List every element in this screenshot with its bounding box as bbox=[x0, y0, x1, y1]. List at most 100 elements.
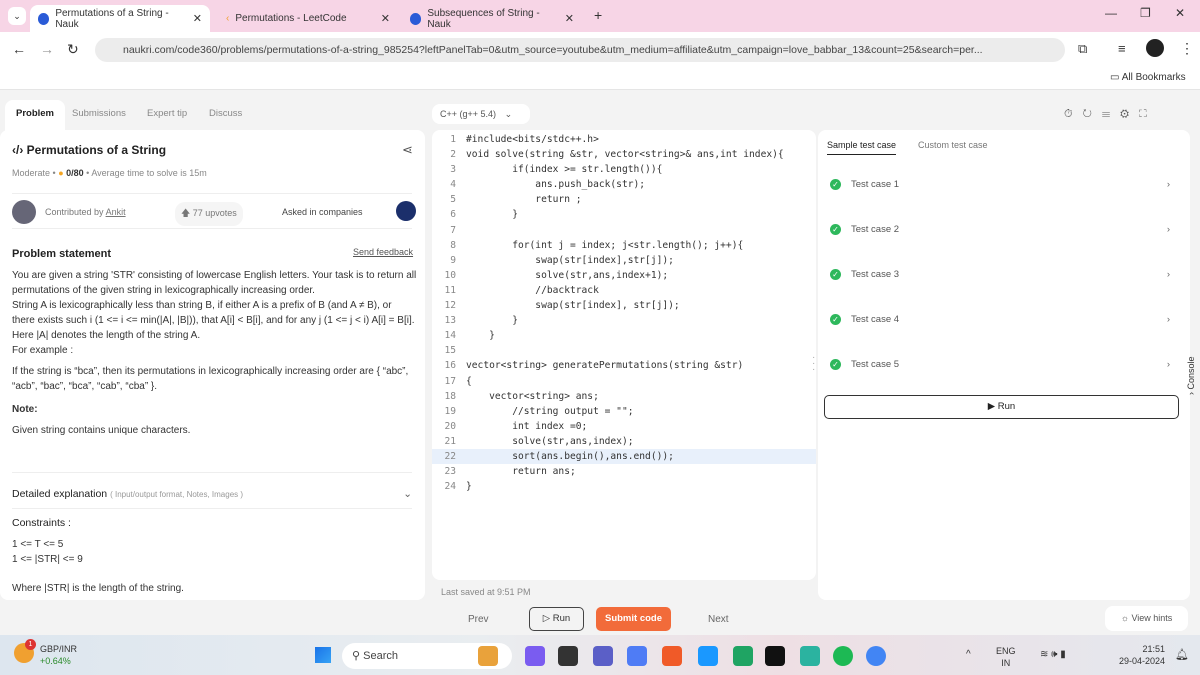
close-icon[interactable]: ✕ bbox=[381, 12, 390, 25]
settings-icon[interactable]: ⚙ bbox=[1120, 108, 1139, 120]
all-bookmarks-button[interactable]: ▭ All Bookmarks bbox=[1110, 72, 1186, 83]
wifi-volume-battery-icons[interactable]: ≋ 🕪 ▮ bbox=[1040, 649, 1066, 660]
chevron-right-icon: › bbox=[1166, 179, 1170, 190]
code-line[interactable]: 23 return ans; bbox=[432, 464, 816, 479]
console-toggle[interactable]: › Console bbox=[1186, 356, 1196, 395]
code-line[interactable]: 4 ans.push_back(str); bbox=[432, 177, 816, 192]
code-editor[interactable]: 1 #include<bits/stdc++.h> 2 void solve(stri… bbox=[432, 130, 816, 580]
code-line[interactable]: 18 vector<string> ans; bbox=[432, 389, 816, 404]
code-line[interactable]: 19 //string output = ""; bbox=[432, 404, 816, 419]
fullscreen-icon[interactable]: ⛶ bbox=[1139, 108, 1157, 120]
code-line[interactable]: 22 sort(ans.begin(),ans.end()); bbox=[432, 448, 816, 465]
code-line[interactable]: 16 vector<string> generatePermutations(st… bbox=[432, 358, 816, 373]
close-icon[interactable]: ✕ bbox=[565, 12, 574, 25]
tab-submissions[interactable]: Submissions bbox=[72, 108, 126, 119]
test-case-label: Test case 3 bbox=[851, 269, 900, 280]
share-icon[interactable]: ⋖ bbox=[402, 142, 413, 158]
restore-button[interactable]: ❐ bbox=[1140, 6, 1151, 20]
profile-avatar[interactable] bbox=[1146, 39, 1164, 57]
reading-list-icon[interactable]: ≡ bbox=[1118, 41, 1126, 56]
github-icon[interactable] bbox=[765, 646, 785, 666]
tab-problem[interactable]: Problem bbox=[16, 108, 54, 119]
new-tab-button[interactable]: + bbox=[594, 7, 602, 23]
test-case-item[interactable]: ✓ Test case 4 › bbox=[830, 314, 1170, 325]
code-line[interactable]: 24} bbox=[432, 479, 816, 494]
browser-tab-3[interactable]: Subsequences of String - Nauk ✕ bbox=[402, 5, 582, 32]
reload-icon[interactable]: ↻ bbox=[67, 41, 79, 58]
clock[interactable]: 21:51 29-04-2024 bbox=[1110, 643, 1165, 667]
code-line[interactable]: 9 swap(str[index],str[j]); bbox=[432, 253, 816, 268]
prime-video-icon[interactable] bbox=[698, 646, 718, 666]
close-icon[interactable]: ✕ bbox=[193, 12, 202, 25]
chrome-icon[interactable] bbox=[866, 646, 886, 666]
close-window-button[interactable]: ✕ bbox=[1175, 6, 1185, 20]
url-input[interactable]: naukri.com/code360/problems/permutations… bbox=[95, 38, 1065, 62]
test-case-item[interactable]: ✓ Test case 5 › bbox=[830, 359, 1170, 370]
code-line[interactable]: 14 } bbox=[432, 328, 816, 343]
tab-expert-tip[interactable]: Expert tip bbox=[147, 108, 187, 119]
run-button[interactable]: ▷ Run bbox=[529, 607, 584, 631]
code-line[interactable]: 13 } bbox=[432, 313, 816, 328]
edge-icon[interactable] bbox=[733, 646, 753, 666]
tab-discuss[interactable]: Discuss bbox=[209, 108, 242, 119]
panel-resize-handle[interactable]: · · · bbox=[812, 353, 815, 375]
chevron-up-icon[interactable]: ^ bbox=[966, 649, 971, 660]
detailed-explanation-toggle[interactable]: Detailed explanation ( Input/output form… bbox=[12, 488, 412, 500]
notification-bell-icon[interactable]: 🔔︎ bbox=[1175, 648, 1189, 661]
tab-sample-test-case[interactable]: Sample test case bbox=[827, 140, 897, 155]
browser-tab-2[interactable]: ‹ Permutations - LeetCode ✕ bbox=[218, 5, 398, 32]
test-case-item[interactable]: ✓ Test case 1 › bbox=[830, 179, 1170, 190]
terminal-icon[interactable] bbox=[558, 646, 578, 666]
code-line[interactable]: 15 bbox=[432, 343, 816, 358]
tab-custom-test-case[interactable]: Custom test case bbox=[918, 140, 988, 150]
forward-icon[interactable]: → bbox=[40, 41, 54, 57]
code-line[interactable]: 11 //backtrack bbox=[432, 283, 816, 298]
author-link[interactable]: Ankit bbox=[106, 207, 126, 217]
notes-app-icon[interactable] bbox=[478, 646, 498, 666]
brave-icon[interactable] bbox=[662, 646, 682, 666]
copilot-pre-icon[interactable] bbox=[525, 646, 545, 666]
extensions-icon[interactable]: ⧉ bbox=[1078, 41, 1087, 57]
code-line[interactable]: 20 int index =0; bbox=[432, 419, 816, 434]
code-line[interactable]: 6 } bbox=[432, 207, 816, 222]
code-line[interactable]: 5 return ; bbox=[432, 192, 816, 207]
test-case-item[interactable]: ✓ Test case 3 › bbox=[830, 269, 1170, 280]
tab-search-button[interactable]: ⌄ bbox=[8, 7, 26, 25]
view-hints-button[interactable]: ☼ View hints bbox=[1105, 606, 1188, 631]
back-icon[interactable]: ← bbox=[12, 41, 26, 57]
code-line[interactable]: 17 { bbox=[432, 374, 816, 389]
test-case-item[interactable]: ✓ Test case 2 › bbox=[830, 224, 1170, 235]
paragraph: If the string is “bca”, then its permuta… bbox=[12, 366, 409, 392]
upvote-button[interactable]: 🡅 77 upvotes bbox=[175, 202, 243, 226]
code-line[interactable]: 1 #include<bits/stdc++.h> bbox=[432, 132, 816, 147]
run-tests-button[interactable]: ▶ Run bbox=[824, 395, 1179, 419]
browser-tab-1[interactable]: Permutations of a String - Nauk ✕ bbox=[30, 5, 210, 32]
language-indicator[interactable]: ENG IN bbox=[996, 645, 1016, 669]
spotify-icon[interactable] bbox=[833, 646, 853, 666]
prev-button[interactable]: Prev bbox=[468, 614, 489, 625]
timer-icon[interactable]: ⏱ bbox=[1064, 108, 1083, 120]
time: 21:51 bbox=[1142, 644, 1165, 654]
code-line[interactable]: 8 for(int j = index; j<str.length(); j++… bbox=[432, 238, 816, 253]
reset-icon[interactable]: ↻ bbox=[1083, 108, 1102, 120]
minimize-button[interactable]: — bbox=[1105, 6, 1117, 20]
code-line[interactable]: 3 if(index >= str.length()){ bbox=[432, 162, 816, 177]
code-line[interactable]: 2 void solve(string &str, vector<string>&… bbox=[432, 147, 816, 162]
teams-icon[interactable] bbox=[593, 646, 613, 666]
submit-code-button[interactable]: Submit code bbox=[596, 607, 671, 631]
sync-app-icon[interactable] bbox=[800, 646, 820, 666]
stock-widget[interactable]: GBP/INR +0.64% bbox=[40, 643, 77, 667]
language-select[interactable]: C++ (g++ 5.4) ⌄ bbox=[432, 104, 530, 124]
next-button[interactable]: Next bbox=[708, 614, 729, 625]
code-line[interactable]: 12 swap(str[index], str[j]); bbox=[432, 298, 816, 313]
code-line[interactable]: 10 solve(str,ans,index+1); bbox=[432, 268, 816, 283]
menu-icon[interactable]: ⋮ bbox=[1180, 40, 1194, 57]
copilot-icon[interactable] bbox=[627, 646, 647, 666]
layout-icon[interactable]: ☰ bbox=[1102, 108, 1120, 120]
send-feedback-link[interactable]: Send feedback bbox=[353, 247, 413, 257]
windows-start-icon[interactable] bbox=[315, 647, 331, 663]
code-line[interactable]: 7 bbox=[432, 223, 816, 238]
chevron-right-icon: › bbox=[1166, 359, 1170, 370]
code-line[interactable]: 21 solve(str,ans,index); bbox=[432, 434, 816, 449]
constraint: Where |STR| is the length of the string. bbox=[12, 583, 184, 594]
